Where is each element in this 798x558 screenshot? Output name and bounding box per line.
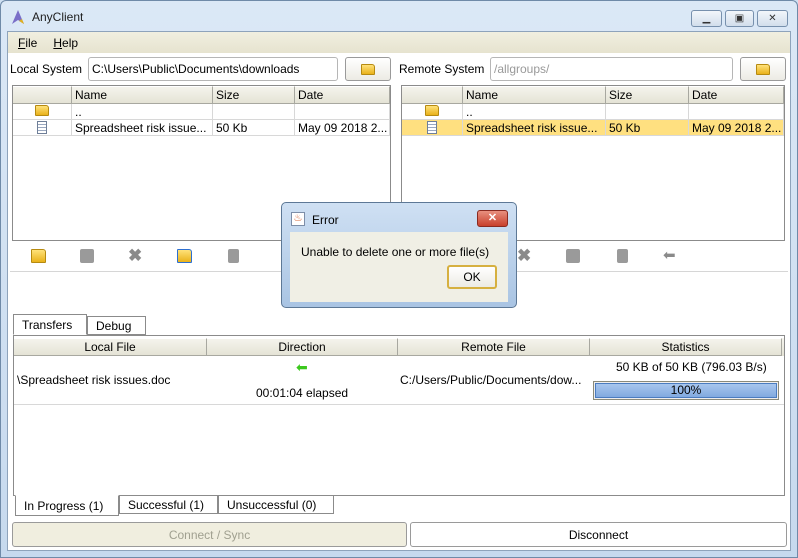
delete-local-icon[interactable]: ✖ xyxy=(128,246,142,266)
remote-browse-button[interactable] xyxy=(740,57,786,81)
file-size xyxy=(213,104,295,119)
folder-icon xyxy=(35,105,49,116)
menu-file[interactable]: File xyxy=(18,36,37,50)
transfer-row[interactable]: \Spreadsheet risk issues.doc ⬅ 00:01:04 … xyxy=(14,356,784,405)
folder-icon xyxy=(425,105,439,116)
column-local-file[interactable]: Local File xyxy=(14,338,207,356)
table-header: Name Size Date xyxy=(402,86,784,104)
column-size[interactable]: Size xyxy=(213,86,295,104)
tab-unsuccessful[interactable]: Unsuccessful (0) xyxy=(218,495,334,514)
transfers-table: Local File Direction Remote File Statist… xyxy=(13,335,785,496)
file-date xyxy=(295,104,390,119)
elapsed-time: 00:01:04 elapsed xyxy=(256,386,349,400)
progress-fill: 100% xyxy=(595,383,777,398)
anyclient-logo-icon xyxy=(12,10,24,24)
refresh-local-icon[interactable] xyxy=(177,249,192,266)
file-size: 50 Kb xyxy=(213,120,295,135)
folder-icon xyxy=(756,63,770,75)
tab-successful[interactable]: Successful (1) xyxy=(119,495,218,514)
close-button[interactable]: ✕ xyxy=(757,10,788,27)
file-size xyxy=(606,104,689,119)
minimize-button[interactable]: ▁ xyxy=(691,10,722,27)
file-name: .. xyxy=(463,104,606,119)
menu-help[interactable]: Help xyxy=(53,36,78,50)
file-date: May 09 2018 2... xyxy=(689,120,784,135)
window-title: AnyClient xyxy=(32,10,84,24)
rename-remote-icon[interactable] xyxy=(566,249,580,263)
tab-transfers[interactable]: Transfers xyxy=(13,314,87,335)
column-date[interactable]: Date xyxy=(295,86,390,104)
download-arrow-icon[interactable]: ⬅ xyxy=(663,246,676,264)
tab-in-progress[interactable]: In Progress (1) xyxy=(15,495,119,516)
local-path-input[interactable]: C:\Users\Public\Documents\downloads xyxy=(88,57,338,81)
delete-remote-icon[interactable]: ✖ xyxy=(517,246,531,266)
file-name: .. xyxy=(72,104,213,119)
local-browse-button[interactable] xyxy=(345,57,391,81)
remote-system-label: Remote System xyxy=(399,62,485,76)
tab-debug[interactable]: Debug xyxy=(87,316,146,335)
file-size: 50 Kb xyxy=(606,120,689,135)
column-name[interactable]: Name xyxy=(72,86,213,104)
remote-file: C:/Users/Public/Documents/dow... xyxy=(400,373,582,387)
error-dialog: ♨ Error ✕ Unable to delete one or more f… xyxy=(281,202,517,308)
document-icon xyxy=(37,121,47,134)
table-header: Name Size Date xyxy=(13,86,390,104)
file-name: Spreadsheet risk issue... xyxy=(72,120,213,135)
table-header: Local File Direction Remote File Statist… xyxy=(14,338,784,356)
file-name: Spreadsheet risk issue... xyxy=(463,120,606,135)
download-arrow-icon: ⬅ xyxy=(296,359,308,375)
connect-sync-button[interactable]: Connect / Sync xyxy=(12,522,407,547)
properties-local-icon[interactable] xyxy=(228,249,239,263)
ok-button[interactable]: OK xyxy=(447,265,497,289)
dialog-message: Unable to delete one or more file(s) xyxy=(301,245,490,259)
column-remote-file[interactable]: Remote File xyxy=(398,338,590,356)
progress-bar: 100% xyxy=(593,381,779,400)
file-date xyxy=(689,104,784,119)
local-system-label: Local System xyxy=(10,62,83,76)
transfer-stats: 50 KB of 50 KB (796.03 B/s) xyxy=(616,360,767,374)
new-folder-local-icon[interactable] xyxy=(31,249,46,266)
java-icon: ♨ xyxy=(291,212,305,226)
dialog-close-button[interactable]: ✕ xyxy=(477,210,508,227)
column-icon[interactable] xyxy=(402,86,463,104)
column-icon[interactable] xyxy=(13,86,72,104)
title-bar: AnyClient xyxy=(10,6,83,28)
table-row[interactable]: Spreadsheet risk issue... 50 Kb May 09 2… xyxy=(13,120,390,136)
disconnect-button[interactable]: Disconnect xyxy=(410,522,787,547)
column-statistics[interactable]: Statistics xyxy=(590,338,782,356)
column-size[interactable]: Size xyxy=(606,86,689,104)
file-date: May 09 2018 2... xyxy=(295,120,390,135)
dialog-title: Error xyxy=(312,213,339,227)
dialog-content: Unable to delete one or more file(s) OK xyxy=(290,232,508,302)
document-icon xyxy=(427,121,437,134)
column-direction[interactable]: Direction xyxy=(207,338,398,356)
column-date[interactable]: Date xyxy=(689,86,784,104)
folder-icon xyxy=(361,63,375,75)
local-file: \Spreadsheet risk issues.doc xyxy=(17,373,171,387)
table-row[interactable]: .. xyxy=(402,104,784,120)
table-row-selected[interactable]: Spreadsheet risk issue... 50 Kb May 09 2… xyxy=(402,120,784,136)
menu-bar: File Help xyxy=(8,32,790,53)
rename-icon[interactable] xyxy=(80,249,94,263)
maximize-button[interactable]: ▣ xyxy=(725,10,754,27)
column-name[interactable]: Name xyxy=(463,86,606,104)
table-row[interactable]: .. xyxy=(13,104,390,120)
remote-path-input[interactable]: /allgroups/ xyxy=(490,57,733,81)
properties-remote-icon[interactable] xyxy=(617,249,628,263)
